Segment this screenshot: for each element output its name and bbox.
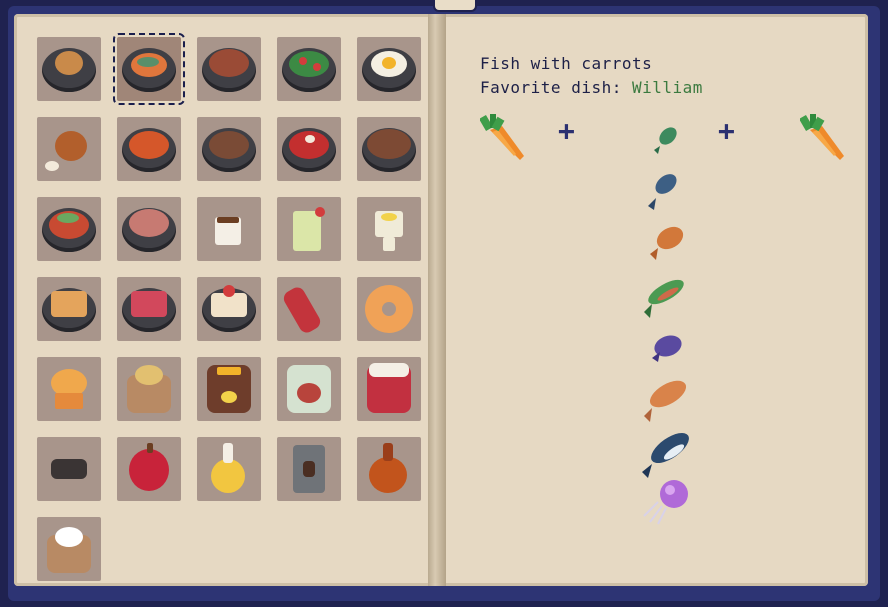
dish-slot-salad[interactable] (277, 37, 341, 101)
dish-slot-flour-sack[interactable] (117, 357, 181, 421)
orange-trout-icon (644, 380, 687, 422)
dish-slot-pie-slice[interactable] (37, 277, 101, 341)
dish-slot-shrimp-salad[interactable] (37, 197, 101, 261)
dish-slot-sugar-sack[interactable] (37, 517, 101, 581)
dish-slot-coffee-cup[interactable] (197, 197, 261, 261)
dish-slot-strawberry-cake[interactable] (197, 277, 261, 341)
dish-slot-muffin[interactable] (37, 357, 101, 421)
dish-slot-bacon[interactable] (117, 197, 181, 261)
dish-slot-oil-bottle[interactable] (197, 437, 261, 501)
dish-slot-chicken-leg[interactable] (37, 117, 101, 181)
dish-slot-meat-stew[interactable] (197, 117, 261, 181)
shark-icon (642, 432, 689, 478)
dish-slot-sauce-bottle[interactable] (357, 437, 421, 501)
carrot-icon (480, 114, 524, 160)
dish-slot-meat-pie[interactable] (37, 37, 101, 101)
dish-slot-pickled-jar[interactable] (277, 357, 341, 421)
green-trout-icon (644, 279, 684, 318)
dish-slot-coal-lump[interactable] (37, 437, 101, 501)
green-fish-icon (654, 127, 677, 154)
favorite-villager-name: William (632, 78, 703, 97)
book-spine (428, 14, 446, 586)
dish-slot-fried-egg[interactable] (357, 37, 421, 101)
dish-slot-donut[interactable] (357, 277, 421, 341)
dish-slot-lemon-tea[interactable] (357, 197, 421, 261)
dish-slot-honey-jar[interactable] (197, 357, 261, 421)
orange-fish-icon (650, 226, 684, 260)
favorite-line: Favorite dish: William (480, 78, 703, 97)
dish-slot-coffee-can[interactable] (277, 437, 341, 501)
dish-slot-apple[interactable] (117, 437, 181, 501)
blue-fish-icon (648, 174, 677, 210)
favorite-label: Favorite dish: (480, 78, 632, 97)
dish-slot-borscht[interactable] (277, 117, 341, 181)
dish-slot-meatballs[interactable] (357, 117, 421, 181)
dish-slot-tomato-soup[interactable] (117, 117, 181, 181)
plus-icon: + (558, 114, 575, 147)
dish-slot-jam-jar[interactable] (357, 357, 421, 421)
carrot-icon (800, 114, 844, 160)
purple-fish-icon (652, 335, 682, 362)
recipe-title: Fish with carrots (480, 54, 653, 73)
dish-slot-sausage[interactable] (277, 277, 341, 341)
book-clasp (433, 0, 477, 12)
dish-slot-steak[interactable] (197, 37, 261, 101)
dish-slot-lemonade[interactable] (277, 197, 341, 261)
dish-slot-fish-with-carrots[interactable] (113, 33, 185, 105)
jellyfish-icon (643, 480, 688, 525)
dish-slot-cherry-cake[interactable] (117, 277, 181, 341)
plus-icon: + (718, 114, 735, 147)
